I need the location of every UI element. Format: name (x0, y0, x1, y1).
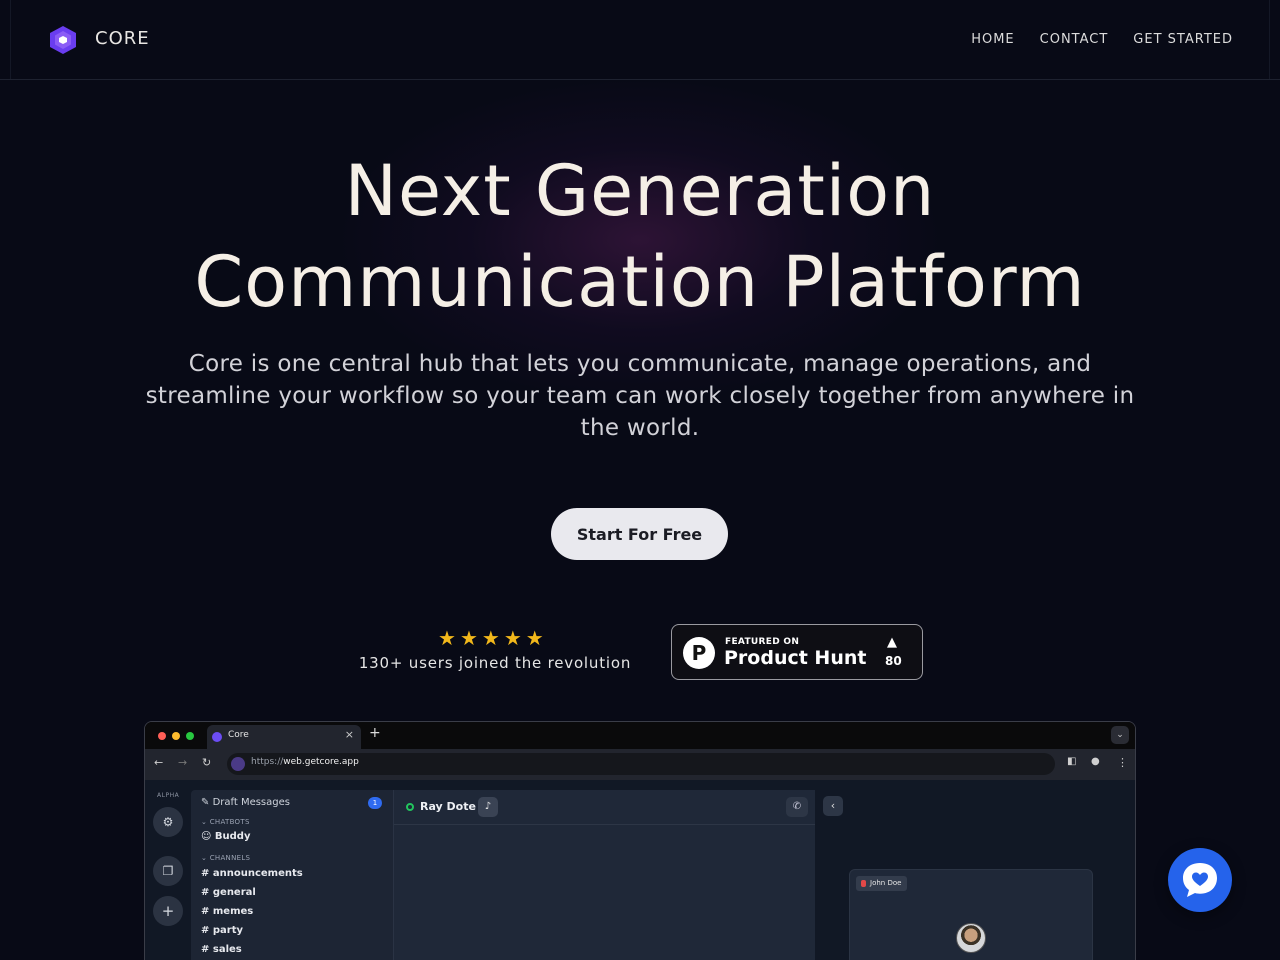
window-zoom-dot (186, 732, 194, 740)
participant-tag: John Doe (856, 876, 908, 891)
top-nav: CORE HOME CONTACT GET STARTED (0, 0, 1280, 80)
channel-item: # general (201, 887, 256, 898)
muted-mic-icon (861, 880, 866, 887)
call-side-panel: ‹ John Doe (815, 780, 1135, 960)
window-minimize-dot (172, 732, 180, 740)
upvote-count: 80 (885, 654, 902, 668)
workspace-label: ALPHA (157, 792, 180, 799)
channel-item: # memes (201, 906, 254, 917)
channel-label: sales (212, 944, 242, 955)
url-host: web.getcore.app (283, 757, 359, 767)
music-note-icon: ♪ (478, 797, 498, 817)
hero-subtitle: Core is one central hub that lets you co… (145, 351, 1135, 441)
chevron-left-icon: ‹ (823, 796, 843, 816)
product-hunt-logo-icon: P (683, 637, 715, 669)
draft-count-badge: 1 (368, 797, 382, 809)
browser-tab: Core × (207, 725, 361, 749)
participant-avatar (956, 923, 986, 953)
chat-heart-glyph (1183, 863, 1217, 897)
channel-label: party (212, 925, 244, 936)
sidebar-toggle-icon: ◧ (1067, 756, 1077, 767)
chat-header: Ray Dote ♪ ✆ (394, 790, 816, 825)
nav-links: HOME CONTACT GET STARTED (971, 32, 1233, 47)
channel-label: general (212, 887, 256, 898)
nav-home-link[interactable]: HOME (971, 32, 1014, 47)
channels-heading: ⌄ CHANNELS (201, 854, 251, 862)
product-hunt-name: Product Hunt (724, 647, 867, 669)
url-prefix: https:// (251, 757, 284, 767)
hero-title-line-2: Communication Platform (194, 241, 1086, 323)
chatbot-label: Buddy (214, 831, 251, 842)
workspace-rail: ALPHA ⚙ ❐ + (145, 780, 190, 960)
chatbot-item: ☺ Buddy (201, 831, 251, 842)
brand-name[interactable]: CORE (95, 28, 150, 49)
reload-icon: ↻ (202, 756, 212, 769)
app-screenshot-browser: Core × + ⌄ ← → ↻ https://web.getcore.app… (144, 721, 1136, 960)
channel-label: memes (212, 906, 254, 917)
star-icon: ★ (459, 626, 478, 650)
address-text: https://web.getcore.app (251, 757, 359, 767)
featured-on-label: FEATURED ON (725, 637, 800, 647)
chatbots-heading-label: CHATBOTS (209, 818, 250, 826)
rating-stars: ★ ★ ★ ★ ★ (438, 627, 544, 649)
chatbots-heading: ⌄ CHATBOTS (201, 818, 250, 826)
chat-bubbles-icon: ❐ (153, 856, 183, 886)
core-favicon-icon (212, 732, 222, 742)
channel-list: ✎ Draft Messages 1 ⌄ CHATBOTS ☺ Buddy ⌄ … (191, 790, 393, 960)
star-icon: ★ (438, 626, 456, 650)
phone-icon: ✆ (786, 797, 808, 817)
draft-messages-item: ✎ Draft Messages (201, 797, 290, 808)
browser-url-bar: ← → ↻ https://web.getcore.app ◧ ● ⋮ (145, 749, 1135, 780)
online-status-icon (406, 803, 414, 811)
nav-contact-link[interactable]: CONTACT (1040, 32, 1109, 47)
back-arrow-icon: ← (154, 756, 164, 769)
channel-item: # sales (201, 944, 242, 955)
browser-tab-bar: Core × + ⌄ (145, 722, 1135, 749)
chat-contact-name: Ray Dote (420, 800, 476, 813)
channel-item: # party (201, 925, 244, 936)
video-tile: John Doe (849, 869, 1093, 960)
channel-item: # announcements (201, 868, 303, 879)
start-for-free-button[interactable]: Start For Free (551, 508, 728, 560)
settings-sliders-icon: ⚙ (153, 807, 183, 837)
hexagon-logo-icon[interactable] (49, 25, 77, 55)
hero-title-line-1: Next Generation (344, 150, 936, 232)
add-workspace-icon: + (153, 896, 183, 926)
site-icon (231, 757, 245, 771)
forward-arrow-icon: → (178, 756, 188, 769)
star-icon: ★ (481, 626, 500, 650)
tab-title: Core (228, 730, 249, 740)
profile-icon: ● (1091, 756, 1100, 767)
star-icon: ★ (503, 626, 522, 650)
tab-close-icon: × (344, 728, 354, 741)
nav-get-started-link[interactable]: GET STARTED (1133, 32, 1233, 47)
address-field: https://web.getcore.app (227, 753, 1055, 775)
participant-name: John Doe (870, 879, 902, 887)
new-tab-icon: + (369, 725, 381, 741)
draft-messages-label: Draft Messages (212, 797, 290, 808)
hero-title: Next Generation Communication Platform (0, 146, 1280, 328)
core-app-preview: ALPHA ⚙ ❐ + ✎ Draft Messages 1 ⌄ CHATBOT… (145, 780, 1135, 960)
channel-label: announcements (212, 868, 303, 879)
tab-dropdown-icon: ⌄ (1111, 726, 1129, 744)
chat-panel: Ray Dote ♪ ✆ (393, 790, 816, 960)
browser-menu-icon: ⋮ (1117, 756, 1128, 769)
window-close-dot (158, 732, 166, 740)
chat-heart-icon[interactable] (1168, 848, 1232, 912)
channels-heading-label: CHANNELS (209, 854, 251, 862)
product-hunt-badge[interactable]: P FEATURED ON Product Hunt ▲ 80 (671, 624, 923, 680)
upvote-arrow-icon: ▲ (887, 635, 897, 650)
nav-container: CORE HOME CONTACT GET STARTED (10, 0, 1270, 79)
users-joined-text: 130+ users joined the revolution (358, 654, 632, 672)
star-icon: ★ (525, 626, 544, 650)
